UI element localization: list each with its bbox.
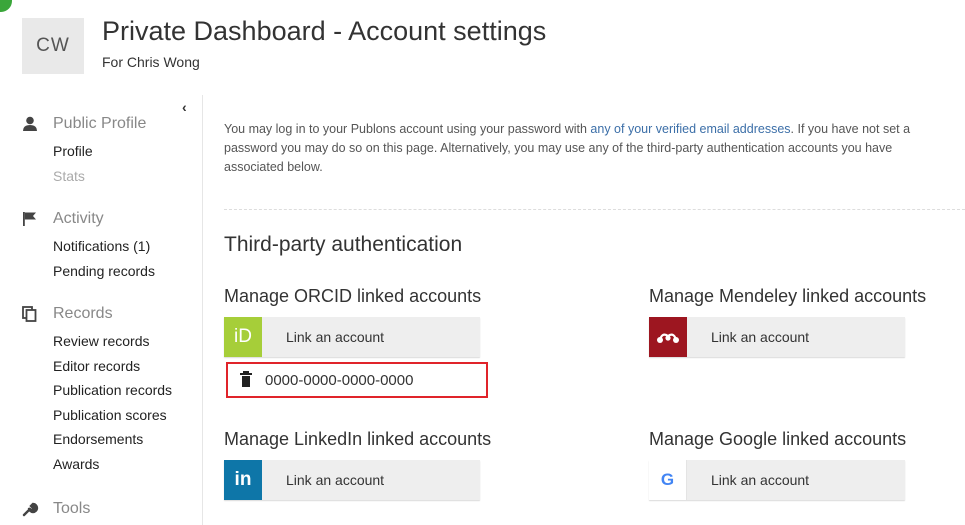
sidebar-item-profile[interactable]: Profile [53, 139, 146, 164]
sidebar-item-stats[interactable]: Stats [53, 164, 146, 189]
trash-icon[interactable] [240, 371, 252, 387]
sidebar-section-tools: Tools [22, 498, 90, 520]
sidebar-section-public-profile: Public Profile Profile Stats [22, 113, 146, 188]
sidebar-item-publication-records[interactable]: Publication records [53, 378, 172, 403]
divider [224, 209, 965, 210]
button-label: Link an account [286, 329, 385, 345]
user-icon [22, 116, 40, 132]
copy-icon [22, 306, 40, 322]
wrench-icon [22, 501, 40, 517]
sidebar: ‹ Public Profile Profile Stats Activity … [0, 95, 203, 525]
page-subtitle: For Chris Wong [102, 54, 200, 70]
page-title: Private Dashboard - Account settings [102, 16, 547, 46]
sidebar-item-awards[interactable]: Awards [53, 452, 172, 477]
orcid-link-button[interactable]: iD Link an account [224, 317, 480, 357]
mendeley-group-title: Manage Mendeley linked accounts [649, 286, 927, 306]
google-icon: G [649, 460, 687, 500]
sidebar-item-publication-scores[interactable]: Publication scores [53, 403, 172, 428]
main-content: You may log in to your Publons account u… [224, 95, 965, 525]
collapse-sidebar-button[interactable]: ‹ [182, 99, 187, 115]
button-label: Link an account [711, 472, 810, 488]
section-title: Third-party authentication [224, 233, 463, 256]
intro-text: You may log in to your Publons account u… [224, 122, 911, 174]
sidebar-heading: Public Profile [53, 115, 147, 132]
sidebar-section-activity: Activity Notifications (1) Pending recor… [22, 208, 155, 283]
linkedin-group-title: Manage LinkedIn linked accounts [224, 429, 492, 449]
sidebar-item-notifications[interactable]: Notifications (1) [53, 234, 155, 259]
sidebar-item-pending-records[interactable]: Pending records [53, 259, 155, 284]
sidebar-heading: Activity [53, 210, 104, 227]
orcid-id: 0000-0000-0000-0000 [265, 371, 414, 389]
sidebar-heading: Tools [53, 500, 91, 517]
google-group-title: Manage Google linked accounts [649, 429, 907, 449]
sidebar-item-editor-records[interactable]: Editor records [53, 354, 172, 379]
page-header: CW Private Dashboard - Account settings … [0, 0, 965, 95]
sidebar-item-review-records[interactable]: Review records [53, 329, 172, 354]
linkedin-link-button[interactable]: in Link an account [224, 460, 480, 500]
button-label: Link an account [286, 472, 385, 488]
verified-emails-link[interactable]: any of your verified email addresses [590, 122, 790, 136]
orcid-group-title: Manage ORCID linked accounts [224, 286, 482, 306]
mendeley-icon [649, 317, 687, 357]
sidebar-item-endorsements[interactable]: Endorsements [53, 427, 172, 452]
orcid-icon: iD [224, 317, 262, 357]
linkedin-icon: in [224, 460, 262, 500]
sidebar-section-records: Records Review records Editor records Pu… [22, 303, 172, 476]
orcid-linked-account: 0000-0000-0000-0000 [226, 362, 488, 398]
avatar[interactable]: CW [22, 18, 84, 74]
sidebar-heading: Records [53, 305, 113, 322]
button-label: Link an account [711, 329, 810, 345]
google-link-button[interactable]: G Link an account [649, 460, 905, 500]
flag-icon [22, 211, 40, 227]
mendeley-link-button[interactable]: Link an account [649, 317, 905, 357]
